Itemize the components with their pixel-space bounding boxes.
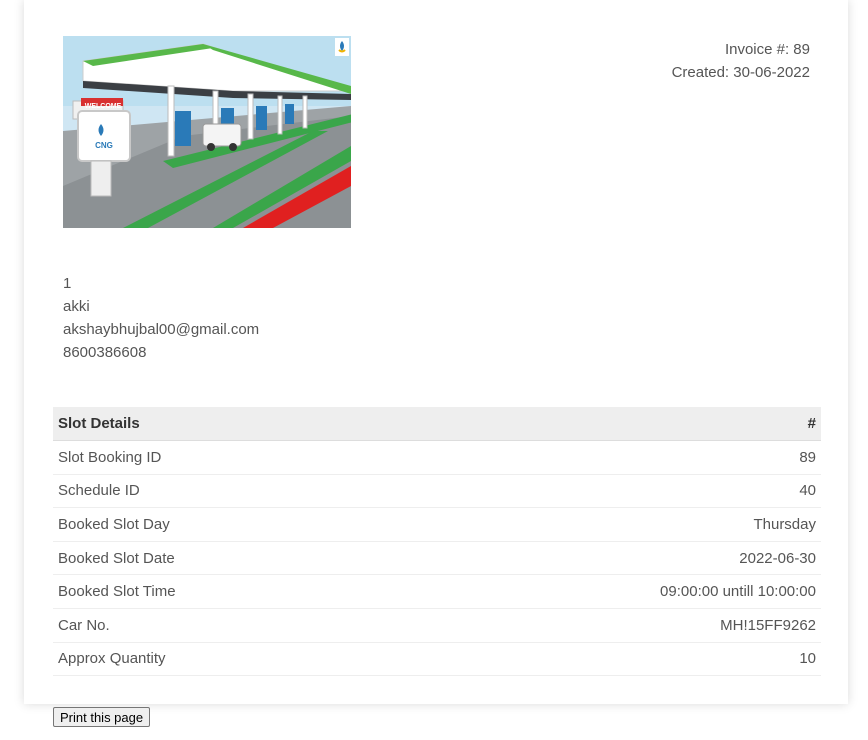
- row-label: Approx Quantity: [53, 642, 387, 677]
- customer-email: akshaybhujbal00@gmail.com: [63, 321, 260, 338]
- table-row: Approx Quantity 10: [53, 642, 821, 677]
- row-value: MH!15FF9262: [386, 608, 821, 643]
- table-row: Booked Slot Time 09:00:00 untill 10:00:0…: [53, 574, 821, 609]
- cng-station-logo: CNG WELCOME: [63, 36, 351, 228]
- header-hash: #: [386, 407, 821, 441]
- svg-text:CNG: CNG: [95, 141, 113, 150]
- customer-info: 1 akki akshaybhujbal00@gmail.com 8600386…: [63, 272, 259, 364]
- row-label: Booked Slot Day: [53, 507, 387, 542]
- table-row: Booked Slot Date 2022-06-30: [53, 541, 821, 576]
- row-value: 10: [386, 642, 821, 677]
- customer-phone: 8600386608: [63, 344, 147, 361]
- customer-id: 1: [63, 275, 72, 292]
- row-value: 09:00:00 untill 10:00:00: [386, 574, 821, 609]
- table-header-row: Slot Details #: [53, 407, 821, 441]
- row-label: Schedule ID: [53, 474, 387, 509]
- table-row: Slot Booking ID 89: [53, 440, 821, 475]
- row-label: Car No.: [53, 608, 387, 643]
- invoice-box: CNG WELCOME Invoice #: 89 Created: 30-06…: [24, 0, 848, 704]
- table-row: Car No. MH!15FF9262: [53, 608, 821, 643]
- invoice-meta: Invoice #: 89 Created: 30-06-2022: [672, 38, 810, 84]
- row-value: 40: [386, 474, 821, 509]
- header-slot-details: Slot Details: [53, 407, 387, 441]
- print-page-button[interactable]: Print this page: [53, 707, 151, 727]
- customer-name: akki: [63, 298, 90, 315]
- row-label: Booked Slot Date: [53, 541, 387, 576]
- row-label: Slot Booking ID: [53, 440, 387, 475]
- table-row: Schedule ID 40: [53, 474, 821, 509]
- slot-details-table: Slot Details # Slot Booking ID 89 Schedu…: [53, 407, 821, 677]
- row-value: Thursday: [386, 507, 821, 542]
- table-row: Booked Slot Day Thursday: [53, 507, 821, 542]
- row-value: 89: [386, 440, 821, 475]
- invoice-number: Invoice #: 89: [724, 41, 810, 58]
- row-value: 2022-06-30: [386, 541, 821, 576]
- row-label: Booked Slot Time: [53, 574, 387, 609]
- cng-station-illustration-icon: CNG WELCOME: [63, 36, 351, 228]
- svg-text:WELCOME: WELCOME: [85, 103, 122, 110]
- invoice-created-date: Created: 30-06-2022: [671, 64, 810, 81]
